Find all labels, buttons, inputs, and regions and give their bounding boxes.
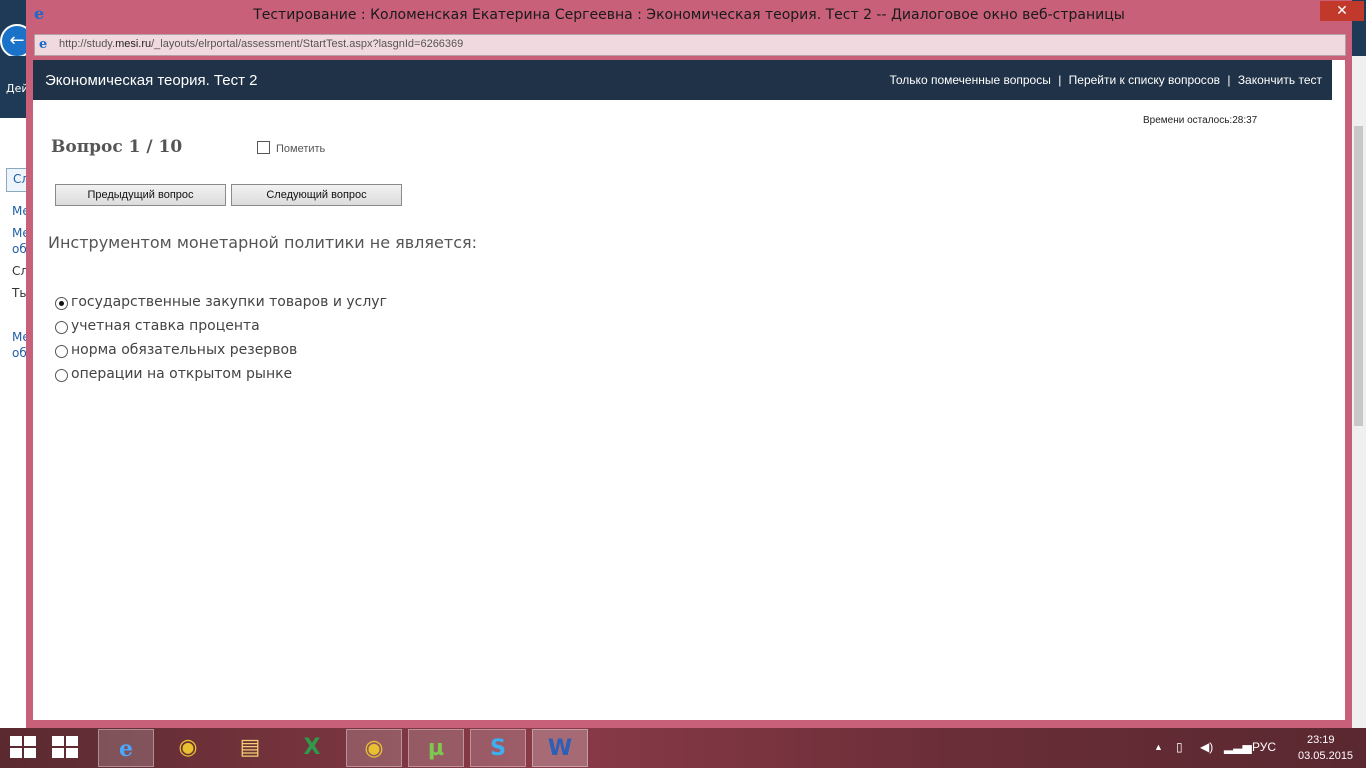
url-host: mesi.ru <box>115 38 152 50</box>
windows-start-icon[interactable] <box>10 736 38 760</box>
clock-time[interactable]: 23:19 <box>1307 734 1335 746</box>
background-scrollbar[interactable] <box>1351 56 1366 728</box>
url-prefix: http://study. <box>59 38 116 50</box>
mark-checkbox[interactable] <box>257 141 270 154</box>
next-question-button[interactable]: Следующий вопрос <box>231 184 402 206</box>
answer-label[interactable]: норма обязательных резервов <box>71 342 297 358</box>
time-remaining-label: Времени осталось: <box>1143 115 1233 126</box>
clock-date[interactable]: 03.05.2015 <box>1298 750 1353 762</box>
chrome-icon[interactable]: ◉ <box>160 729 216 767</box>
question-number: Вопрос 1 / 10 <box>51 137 183 157</box>
test-title: Экономическая теория. Тест 2 <box>45 72 258 89</box>
header-links: Только помеченные вопросы | Перейти к сп… <box>890 73 1323 87</box>
answer-label[interactable]: учетная ставка процента <box>71 318 260 334</box>
marked-questions-link[interactable]: Только помеченные вопросы <box>890 73 1051 87</box>
chrome-icon[interactable]: ◉ <box>346 729 402 767</box>
show-hidden-icons-icon[interactable]: ▲ <box>1154 742 1163 752</box>
dialog-window: e Тестирование : Коломенская Екатерина С… <box>26 0 1364 728</box>
time-remaining: Времени осталось:28:37 <box>1143 115 1257 126</box>
content-scrollbar[interactable] <box>1332 100 1345 720</box>
file-explorer-icon[interactable]: ▤ <box>222 729 278 767</box>
signal-icon[interactable]: ▂▃▅ <box>1224 740 1252 754</box>
taskbar: e ◉ ▤ X ◉ µ S W ▲ ▯ ◀) ▂▃▅ РУС 23:19 03.… <box>0 728 1366 768</box>
link-separator: | <box>1227 73 1231 87</box>
answer-label[interactable]: операции на открытом рынке <box>71 366 292 382</box>
mark-label[interactable]: Пометить <box>276 143 325 155</box>
answer-radio[interactable] <box>55 369 68 382</box>
volume-icon[interactable]: ◀) <box>1200 740 1213 754</box>
question-text: Инструментом монетарной политики не явля… <box>48 233 478 252</box>
skype-icon[interactable]: S <box>470 729 526 767</box>
answer-label[interactable]: государственные закупки товаров и услуг <box>71 294 387 310</box>
answer-radio[interactable] <box>55 345 68 358</box>
finish-test-link[interactable]: Закончить тест <box>1238 73 1322 87</box>
previous-question-button[interactable]: Предыдущий вопрос <box>55 184 226 206</box>
test-header-bar: Экономическая теория. Тест 2 Только поме… <box>33 60 1332 100</box>
utorrent-icon[interactable]: µ <box>408 729 464 767</box>
close-button[interactable]: ✕ <box>1320 1 1364 21</box>
word-icon[interactable]: W <box>532 729 588 767</box>
address-url: http://study.mesi.ru/_layouts/elrportal/… <box>59 38 463 50</box>
background-scrollbar-thumb[interactable] <box>1354 126 1363 426</box>
windows-logo-icon[interactable] <box>52 736 80 760</box>
dialog-content: Экономическая теория. Тест 2 Только поме… <box>33 60 1345 720</box>
internet-explorer-icon[interactable]: e <box>98 729 154 767</box>
language-indicator[interactable]: РУС <box>1252 740 1276 754</box>
page-icon: e <box>39 37 48 52</box>
answer-radio-selected[interactable] <box>55 297 68 310</box>
url-suffix: /_layouts/elrportal/assessment/StartTest… <box>151 38 464 50</box>
question-list-link[interactable]: Перейти к списку вопросов <box>1069 73 1220 87</box>
link-separator: | <box>1058 73 1062 87</box>
background-side-item[interactable]: об <box>12 346 27 360</box>
answer-radio[interactable] <box>55 321 68 334</box>
time-remaining-value: 28:37 <box>1232 115 1258 126</box>
excel-icon[interactable]: X <box>284 729 340 767</box>
background-side-item[interactable]: об <box>12 242 27 256</box>
window-title: Тестирование : Коломенская Екатерина Сер… <box>253 7 1125 23</box>
address-bar[interactable]: e http://study.mesi.ru/_layouts/elrporta… <box>34 34 1346 56</box>
system-tray: ▲ ▯ ◀) ▂▃▅ РУС 23:19 03.05.2015 <box>1150 728 1366 768</box>
battery-icon[interactable]: ▯ <box>1176 740 1183 754</box>
